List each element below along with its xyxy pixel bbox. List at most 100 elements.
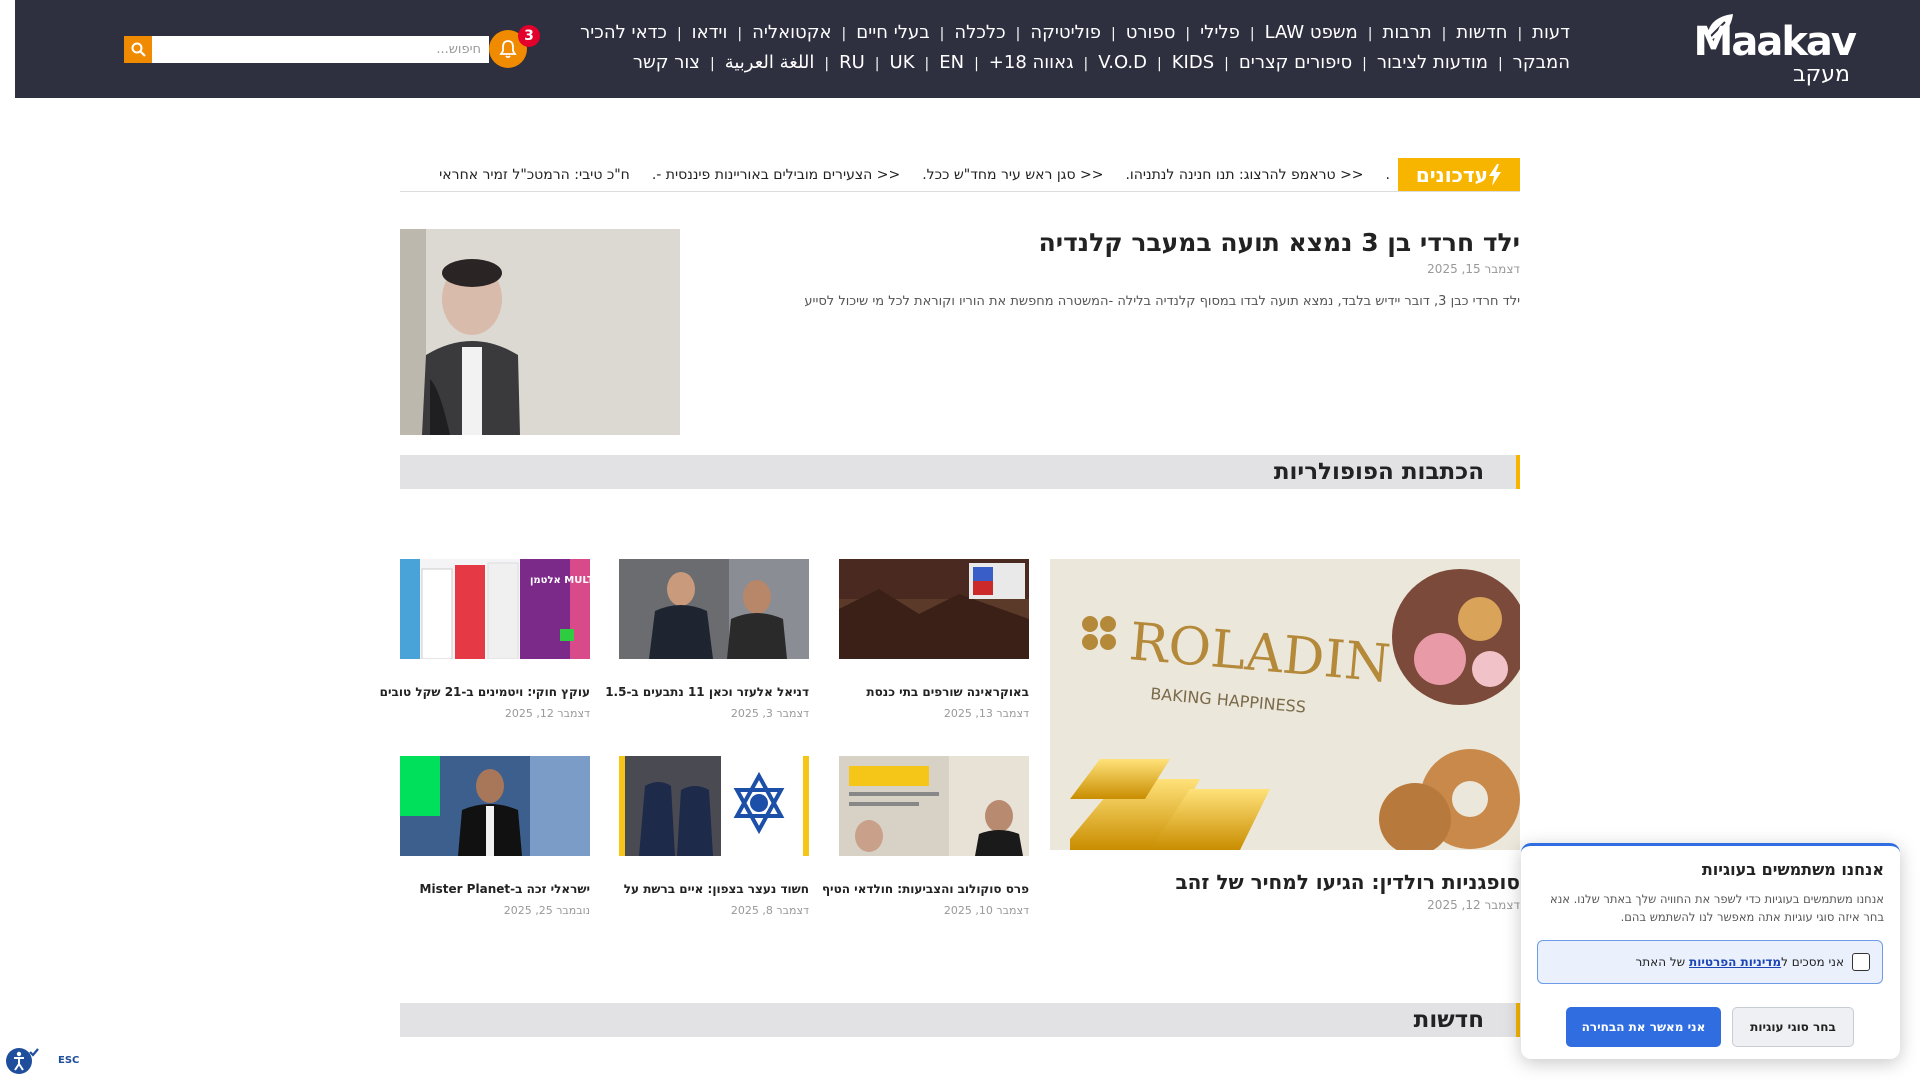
nav-separator: | [1517, 26, 1523, 42]
nav-separator: | [1083, 56, 1089, 72]
vitamins-label: אלטמן MULTI VITAMI Q-10 [530, 575, 590, 586]
popular-article-title[interactable]: ישראלי זכה ב-Mister Planet [400, 882, 590, 896]
popular-article-image [839, 559, 1029, 659]
notifications-count-badge: 3 [518, 25, 540, 47]
roladin-image: ROLADIN BAKING HAPPINESS [1050, 559, 1520, 850]
news-ticker: עדכונים . << טראמפ להרצוג: תנו חנינה לנתנ… [400, 158, 1520, 192]
accessibility-icon [6, 1048, 39, 1074]
cookie-text: אנחנו משתמשים בעוגיות כדי לשפר את החוויה… [1550, 892, 1884, 924]
nav-item[interactable]: RU [839, 48, 865, 78]
popular-article[interactable]: חשוד נעצר בצפון: איים ברשת על דצמבר 8, 2… [619, 756, 809, 917]
nav-item[interactable]: סיפורים קצרים [1239, 48, 1352, 78]
consent-prefix: אני מסכים ל [1781, 955, 1844, 969]
lead-article-title[interactable]: ילד חרדי בן 3 נמצא תועה במעבר קלנדיה [720, 226, 1520, 260]
nav-item[interactable]: המבקר [1513, 48, 1570, 78]
nav-item[interactable]: כלכלה [954, 18, 1005, 48]
men-talking-image [619, 559, 809, 659]
nav-item[interactable]: דעות [1532, 18, 1570, 48]
nav-separator: | [1441, 26, 1447, 42]
nav-separator: | [709, 56, 715, 72]
nav-item[interactable]: בעלי חיים [856, 18, 929, 48]
nav-separator: | [737, 26, 743, 42]
nav-item[interactable]: וידאו [692, 18, 728, 48]
nav-item[interactable]: UK [890, 48, 915, 78]
nav-separator: | [1367, 26, 1373, 42]
popular-main-article[interactable]: ROLADIN BAKING HAPPINESS סופגניות רולדין… [1050, 559, 1520, 912]
site-header: Maakav מעקב דעות | חדשות | תרבות | משפט LAW | פל… [15, 0, 1920, 98]
popular-article-date: דצמבר 13, 2025 [943, 707, 1029, 720]
cookie-consent-box[interactable]: אני מסכים למדיניות הפרטיות של האתר [1537, 940, 1883, 984]
nav-separator: | [841, 26, 847, 42]
nav-item[interactable]: צור קשר [633, 48, 700, 78]
logo-latin: Maakav [1693, 19, 1857, 65]
sokolov-prize-image [839, 756, 1029, 856]
news-section-header: חדשות [400, 1003, 1520, 1037]
cookie-consent-checkbox[interactable] [1852, 953, 1870, 971]
choose-cookies-button[interactable]: בחר סוגי עוגיות [1732, 1007, 1854, 1047]
nav-item[interactable]: כדאי להכיר [580, 18, 667, 48]
popular-article-date: דצמבר 10, 2025 [943, 904, 1029, 917]
search-input[interactable] [152, 36, 489, 63]
child-photo [400, 229, 680, 435]
popular-main-title[interactable]: סופגניות רולדין: הגיעו למחיר של זהב [1050, 870, 1520, 894]
ticker-item[interactable]: << טראמפ להרצוג: תנו חנינה לנתניהו. [1125, 158, 1363, 191]
search-icon [131, 42, 146, 57]
nav-item[interactable]: משפט LAW [1265, 18, 1358, 48]
search-button[interactable] [124, 36, 152, 63]
popular-article-image [619, 756, 809, 856]
police-arrest-image [619, 756, 809, 856]
nav-item[interactable]: V.O.D [1098, 48, 1147, 78]
nav-item[interactable]: גאווה 18+ [989, 48, 1074, 78]
nav-item[interactable]: חדשות [1456, 18, 1507, 48]
nav-item[interactable]: פוליטיקה [1030, 18, 1101, 48]
bell-icon [499, 40, 517, 59]
nav-item[interactable]: ספורט [1126, 18, 1176, 48]
privacy-policy-link[interactable]: מדיניות הפרטיות [1689, 955, 1781, 969]
ticker-item[interactable]: . [1386, 158, 1390, 191]
site-logo[interactable]: Maakav מעקב [1693, 10, 1857, 90]
main-navigation: דעות | חדשות | תרבות | משפט LAW | פלילי | ספורט | פו… [580, 18, 1570, 78]
nav-separator: | [1224, 56, 1229, 72]
ticker-item[interactable]: << הצעירים מובילים באוריינות פיננסית -. [652, 158, 900, 191]
nav-separator: | [939, 26, 945, 42]
ticker-item[interactable]: << סגן ראש עיר מחד"ש ככל. [922, 158, 1103, 191]
popular-article[interactable]: באוקראינה שורפים בתי כנסת דצמבר 13, 2025 [839, 559, 1029, 720]
popular-main-image: ROLADIN BAKING HAPPINESS [1050, 559, 1520, 850]
popular-article[interactable]: דניאל אלעזר וכאן 11 נתבעים ב-1.5 דצמבר 3… [605, 559, 809, 720]
popular-article-title[interactable]: באוקראינה שורפים בתי כנסת [839, 685, 1029, 699]
popular-article[interactable]: אלטמן MULTI VITAMI Q-10 עוקץ חוקי: ויטמי… [380, 559, 590, 720]
popular-article[interactable]: ישראלי זכה ב-Mister Planet נובמבר 25, 20… [400, 756, 590, 917]
nav-item[interactable]: אקטואליה [752, 18, 831, 48]
nav-item[interactable]: תרבות [1383, 18, 1432, 48]
lead-article: ילד חרדי בן 3 נמצא תועה במעבר קלנדיה דצמ… [720, 226, 1520, 309]
lead-article-date: דצמבר 15, 2025 [1427, 262, 1520, 276]
nav-item[interactable]: KIDS [1172, 48, 1214, 78]
popular-article-date: דצמבר 3, 2025 [730, 707, 809, 720]
lead-article-image[interactable] [400, 229, 680, 435]
nav-separator: | [974, 56, 979, 72]
nav-item[interactable]: פלילי [1200, 18, 1240, 48]
nav-item[interactable]: اللغة العربية [725, 48, 815, 78]
popular-article-image [400, 756, 590, 856]
accessibility-button[interactable] [4, 1046, 40, 1080]
nav-separator: | [1362, 56, 1367, 72]
cookie-consent-dialog: אנחנו משתמשים בעוגיות אנחנו משתמשים בעוג… [1521, 843, 1900, 1059]
popular-article-title[interactable]: עוקץ חוקי: ויטמינים ב-21 שקל טובים [380, 685, 590, 699]
burned-synagogue-image [839, 559, 1029, 659]
popular-article[interactable]: פרס סוקולוב והצביעות: חולדאי הטיף דצמבר … [822, 756, 1029, 917]
ticker-item[interactable]: ח"כ טיבי: הרמטכ"ל זמיר אחראי [439, 158, 630, 191]
nav-separator: | [824, 56, 830, 72]
popular-article-title[interactable]: דניאל אלעזר וכאן 11 נתבעים ב-1.5 [605, 685, 809, 699]
nav-row-secondary: המבקר | מודעות לציבור | סיפורים קצרים | KIDS | V… [620, 48, 1570, 78]
popular-article-image: אלטמן MULTI VITAMI Q-10 [400, 559, 590, 659]
nav-separator: | [874, 56, 880, 72]
popular-article-date: דצמבר 8, 2025 [730, 904, 809, 917]
popular-article-title[interactable]: חשוד נעצר בצפון: איים ברשת על [619, 882, 809, 896]
nav-item[interactable]: מודעות לציבור [1377, 48, 1488, 78]
news-heading: חדשות [1413, 1007, 1484, 1033]
nav-separator: | [1185, 26, 1191, 42]
nav-item[interactable]: EN [939, 48, 964, 78]
popular-article-date: דצמבר 12, 2025 [504, 707, 590, 720]
popular-article-title[interactable]: פרס סוקולוב והצביעות: חולדאי הטיף [822, 882, 1029, 896]
accept-cookies-button[interactable]: אני מאשר את הבחירה [1566, 1007, 1721, 1047]
